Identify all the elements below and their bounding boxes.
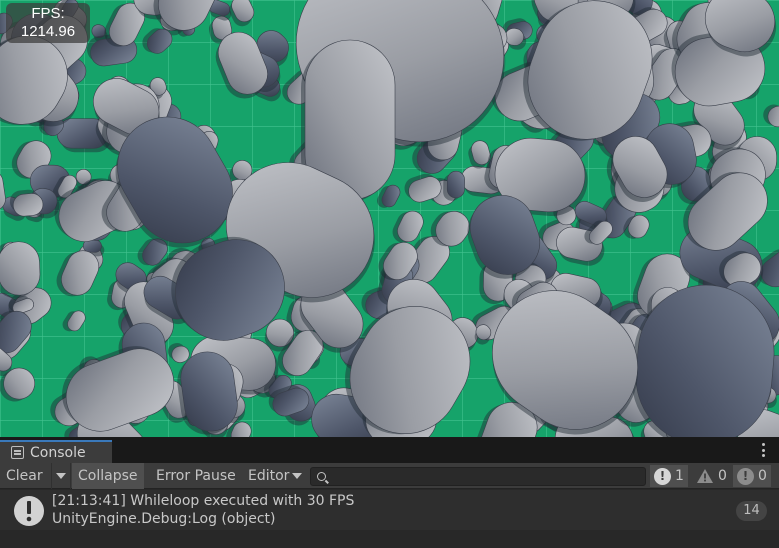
- fps-value: 1214.96: [20, 23, 76, 40]
- search-input[interactable]: [330, 469, 630, 484]
- console-toolbar: Clear Collapse Error Pause Editor ! 1 0 …: [0, 463, 779, 489]
- warning-count: 0: [718, 468, 727, 484]
- chevron-down-icon: [56, 473, 66, 479]
- error-icon: !: [737, 467, 754, 485]
- search-field[interactable]: [310, 467, 646, 486]
- fps-counter: FPS: 1214.96: [6, 3, 90, 43]
- search-icon: [317, 472, 326, 481]
- info-filter-toggle[interactable]: ! 1: [650, 465, 688, 487]
- tab-console-label: Console: [30, 444, 86, 461]
- error-filter-toggle[interactable]: ! 0: [733, 465, 771, 487]
- log-entry[interactable]: [21:13:41] Whileloop executed with 30 FP…: [0, 490, 779, 530]
- clear-options-dropdown[interactable]: [51, 463, 71, 489]
- editor-dropdown[interactable]: Editor: [242, 463, 308, 489]
- editor-dropdown-label: Editor: [248, 468, 290, 484]
- error-count: 0: [758, 468, 767, 484]
- log-stacktrace-summary: UnityEngine.Debug:Log (object): [52, 511, 276, 527]
- clear-button[interactable]: Clear: [0, 463, 49, 489]
- scene-render: [0, 0, 779, 437]
- console-panel: Console Clear Collapse Error Pause Edito…: [0, 437, 779, 548]
- warning-filter-toggle[interactable]: 0: [692, 465, 731, 487]
- info-message-icon: !: [654, 467, 671, 485]
- info-count: 1: [675, 468, 684, 484]
- console-icon: [11, 446, 24, 459]
- log-collapse-count-badge: 14: [736, 501, 767, 521]
- more-options-icon[interactable]: [761, 443, 765, 457]
- warning-icon: [697, 469, 713, 483]
- collapse-toggle[interactable]: Collapse: [72, 463, 144, 489]
- log-message: [21:13:41] Whileloop executed with 30 FP…: [52, 493, 355, 509]
- info-message-icon: [14, 496, 44, 526]
- console-tab-bar: Console: [0, 438, 779, 463]
- game-view[interactable]: FPS: 1214.96: [0, 0, 779, 437]
- chevron-down-icon: [292, 473, 303, 479]
- error-pause-toggle[interactable]: Error Pause: [150, 463, 242, 489]
- fps-label: FPS:: [31, 5, 65, 22]
- tab-console[interactable]: Console: [0, 440, 112, 463]
